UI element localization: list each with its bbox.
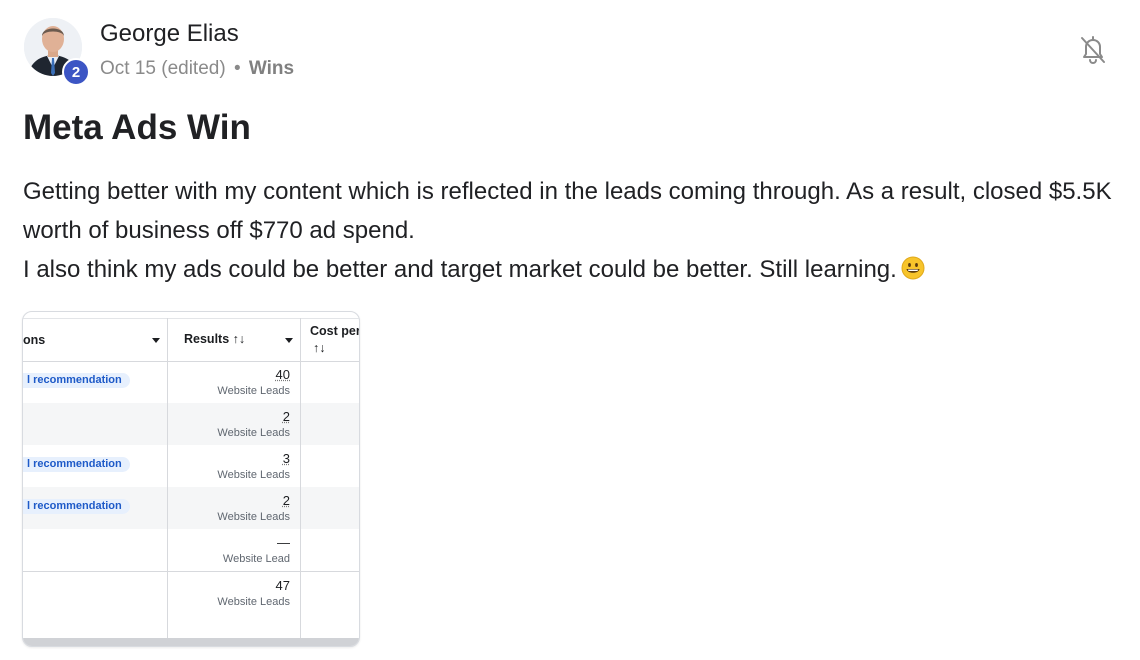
table-summary-row: 47 Website Leads: [23, 571, 359, 614]
table-row: l recommendation 2 Website Leads: [23, 487, 359, 529]
column-header-ons: ons: [23, 333, 46, 347]
results-value[interactable]: 2: [283, 493, 290, 508]
results-label: Website Leads: [217, 511, 290, 523]
meta-separator: •: [233, 58, 241, 79]
post-body: Getting better with my content which is …: [23, 172, 1133, 289]
dropdown-caret-icon[interactable]: [152, 338, 160, 343]
post-title: Meta Ads Win: [23, 108, 251, 147]
recommendation-tag[interactable]: l recommendation: [23, 373, 130, 388]
post-body-text: I also think my ads could be better and …: [23, 256, 897, 283]
table-row: l recommendation 40 Website Leads: [23, 361, 359, 403]
level-badge: 2: [62, 58, 90, 86]
column-header-results[interactable]: Results ↑↓: [184, 332, 245, 346]
results-label: Website Lead: [222, 553, 290, 565]
results-total: 47: [275, 578, 290, 593]
recommendation-tag[interactable]: l recommendation: [23, 499, 130, 514]
post-header: 2 George Elias Oct 15 (edited) • Wins: [24, 14, 1124, 86]
author-name[interactable]: George Elias: [100, 20, 239, 48]
results-label: Website Leads: [217, 596, 290, 608]
post-body-paragraph: Getting better with my content which is …: [23, 178, 1112, 244]
post-meta: Oct 15 (edited) • Wins: [100, 58, 294, 80]
sort-icon[interactable]: ↑↓: [313, 341, 326, 355]
table-header: ons Results ↑↓ Cost per ↑↓: [23, 318, 359, 362]
post-category[interactable]: Wins: [249, 58, 294, 79]
post-date[interactable]: Oct 15 (edited): [100, 58, 226, 79]
recommendation-tag[interactable]: l recommendation: [23, 457, 130, 472]
table-row: — Website Lead: [23, 529, 359, 571]
results-value[interactable]: 2: [283, 409, 290, 424]
bell-off-icon[interactable]: [1076, 32, 1110, 66]
scrollbar-track[interactable]: [23, 638, 359, 646]
results-value[interactable]: 3: [283, 451, 290, 466]
column-header-cost-per[interactable]: Cost per: [310, 324, 359, 338]
table-row: 2 Website Leads: [23, 403, 359, 445]
results-value: —: [277, 535, 290, 550]
results-label: Website Leads: [217, 427, 290, 439]
results-label: Website Leads: [217, 385, 290, 397]
dropdown-caret-icon[interactable]: [285, 338, 293, 343]
column-divider: [300, 318, 301, 646]
attached-screenshot[interactable]: ons Results ↑↓ Cost per ↑↓ l recommendat…: [22, 311, 360, 647]
post-body-paragraph: I also think my ads could be better and …: [23, 250, 1133, 289]
results-value[interactable]: 40: [276, 367, 290, 382]
table-row: l recommendation 3 Website Leads: [23, 445, 359, 487]
grinning-face-emoji-icon: [901, 253, 925, 280]
column-divider: [167, 318, 168, 646]
results-label: Website Leads: [217, 469, 290, 481]
